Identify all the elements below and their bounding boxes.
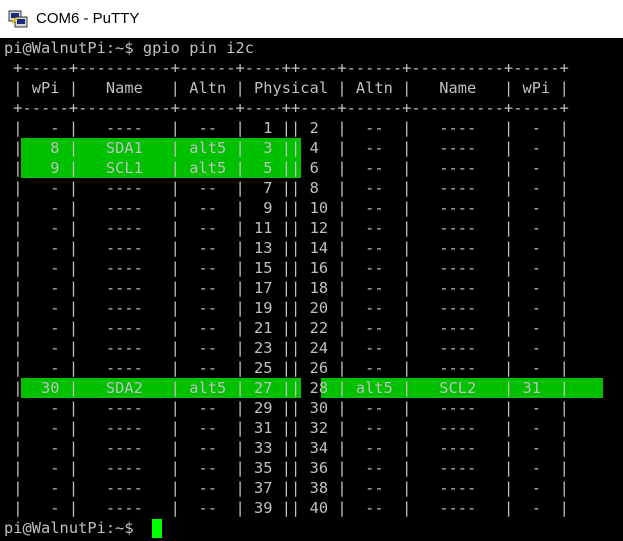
gpio-table-line: | - | ---- | -- | 7 || 8 | -- | ---- | -… (4, 179, 569, 197)
gpio-table-line: | - | ---- | -- | 37 || 38 | -- | ---- |… (4, 479, 569, 497)
gpio-table-line: | - | ---- | -- | 39 || 40 | -- | ---- |… (4, 499, 569, 517)
gpio-table-line: | 8 | SDA1 | alt5 | 3 || 4 | -- | ---- |… (4, 139, 569, 157)
gpio-table-line: | - | ---- | -- | 29 || 30 | -- | ---- |… (4, 399, 569, 417)
gpio-table-line: | - | ---- | -- | 25 || 26 | -- | ---- |… (4, 359, 569, 377)
gpio-table-line: +-----+----------+------+----++----+----… (4, 59, 569, 77)
gpio-table-line: | - | ---- | -- | 1 || 2 | -- | ---- | -… (4, 119, 569, 137)
gpio-table-line: | - | ---- | -- | 15 || 16 | -- | ---- |… (4, 259, 569, 277)
putty-window: COM6 - PuTTY pi@WalnutPi:~$ gpio pin i2c… (0, 0, 623, 541)
gpio-table-line: | - | ---- | -- | 11 || 12 | -- | ---- |… (4, 219, 569, 237)
terminal-cursor (152, 519, 162, 538)
gpio-table-line: | - | ---- | -- | 35 || 36 | -- | ---- |… (4, 459, 569, 477)
gpio-table-line: | - | ---- | -- | 17 || 18 | -- | ---- |… (4, 279, 569, 297)
gpio-table-line: +-----+----------+------+----++----+----… (4, 99, 569, 117)
terminal-area[interactable]: pi@WalnutPi:~$ gpio pin i2c +-----+-----… (0, 38, 623, 541)
gpio-table-line: | - | ---- | -- | 31 || 32 | -- | ---- |… (4, 419, 569, 437)
gpio-table-line: | - | ---- | -- | 9 || 10 | -- | ---- | … (4, 199, 569, 217)
window-title: COM6 - PuTTY (36, 10, 140, 27)
gpio-table-line: | wPi | Name | Altn | Physical | Altn | … (4, 79, 569, 97)
gpio-table-line: | 30 | SDA2 | alt5 | 27 || 28 | alt5 | S… (4, 379, 569, 397)
title-bar[interactable]: COM6 - PuTTY (0, 0, 623, 38)
gpio-table-line: | 9 | SCL1 | alt5 | 5 || 6 | -- | ---- |… (4, 159, 569, 177)
prompt-line: pi@WalnutPi:~$ (4, 519, 143, 537)
putty-terminal-icon (8, 10, 28, 28)
gpio-table-line: | - | ---- | -- | 19 || 20 | -- | ---- |… (4, 299, 569, 317)
command-line: pi@WalnutPi:~$ gpio pin i2c (4, 39, 255, 57)
gpio-table-line: | - | ---- | -- | 33 || 34 | -- | ---- |… (4, 439, 569, 457)
gpio-table-line: | - | ---- | -- | 23 || 24 | -- | ---- |… (4, 339, 569, 357)
gpio-table-line: | - | ---- | -- | 21 || 22 | -- | ---- |… (4, 319, 569, 337)
gpio-table-line: | - | ---- | -- | 13 || 14 | -- | ---- |… (4, 239, 569, 257)
